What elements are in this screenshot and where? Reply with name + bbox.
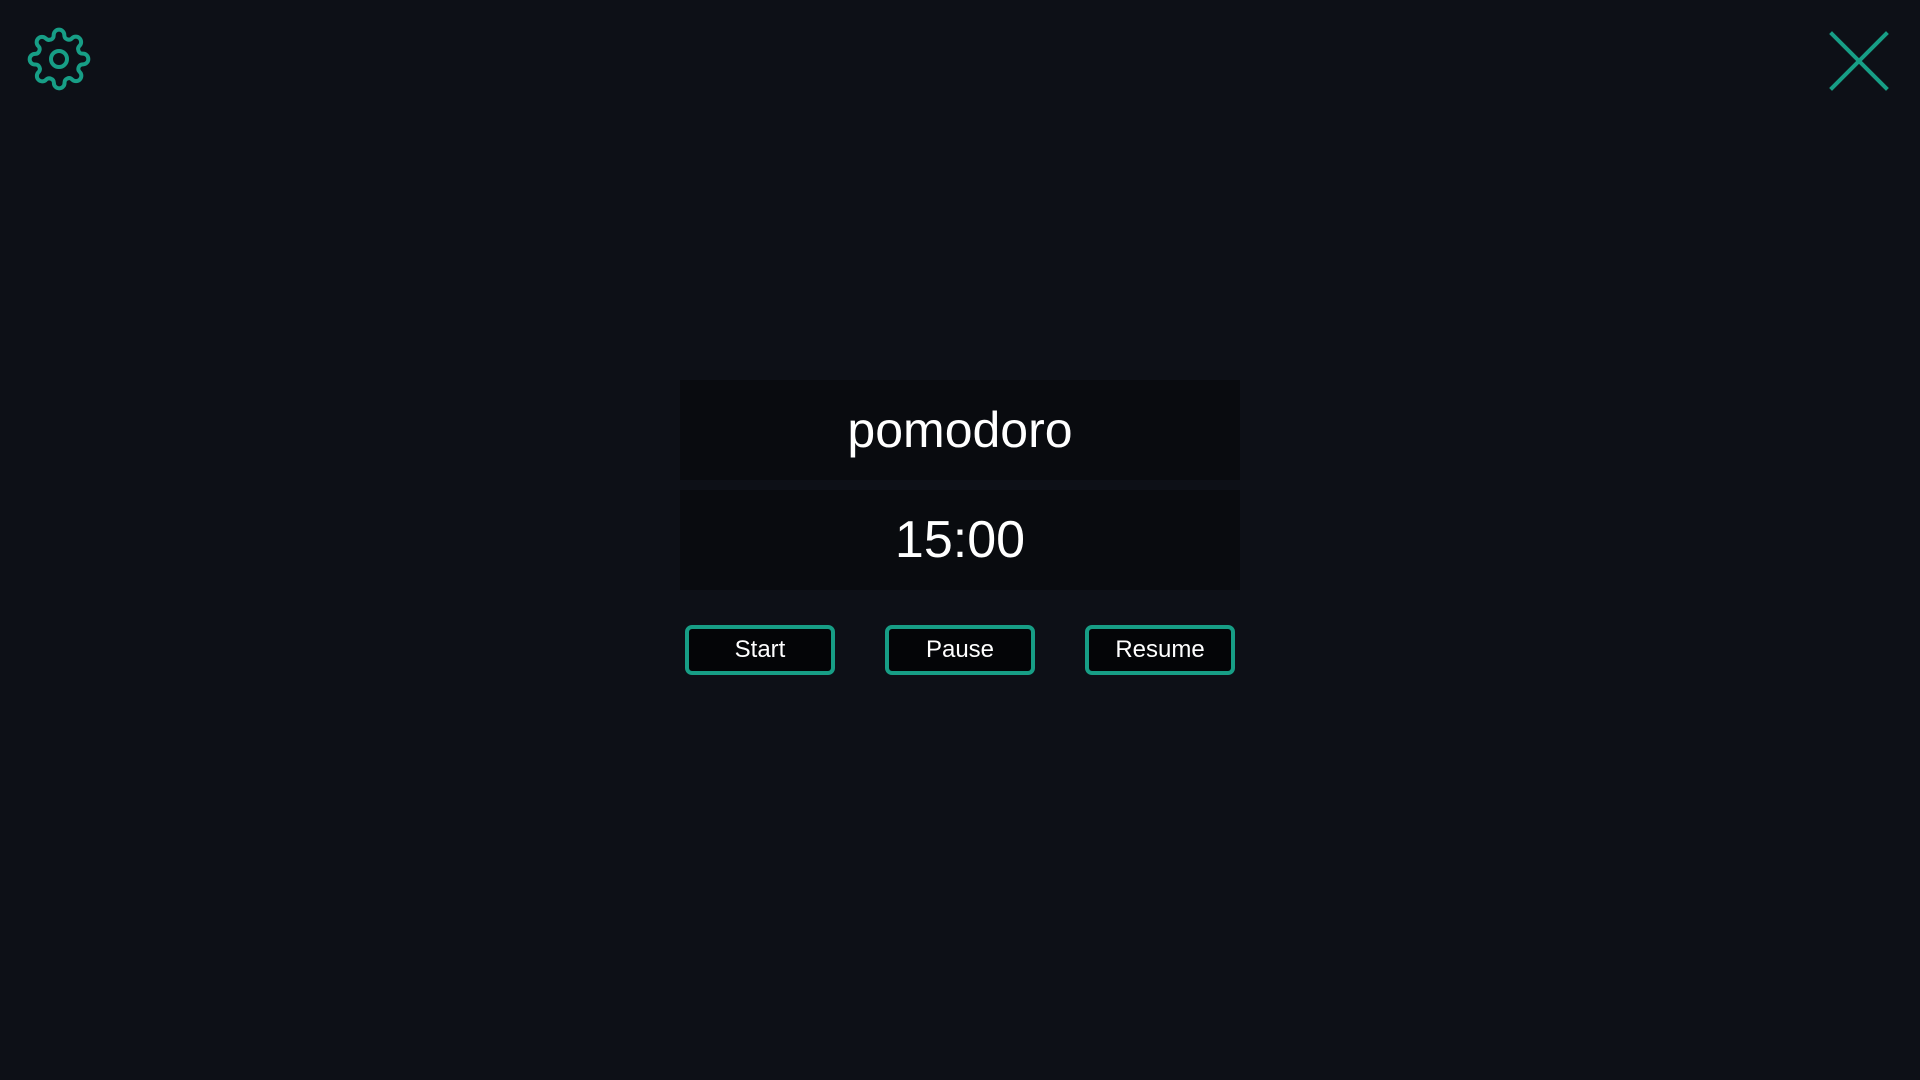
start-button[interactable]: Start (685, 625, 835, 675)
gear-icon (27, 27, 91, 91)
timer-display-panel: 15:00 (680, 490, 1240, 590)
resume-button[interactable]: Resume (1085, 625, 1235, 675)
pomodoro-app: pomodoro 15:00 Start Pause Resume (0, 0, 1920, 1080)
session-label: pomodoro (847, 402, 1073, 458)
settings-button[interactable] (27, 27, 91, 91)
timer-display: 15:00 (894, 511, 1026, 569)
pause-button[interactable]: Pause (885, 625, 1035, 675)
close-button[interactable] (1828, 30, 1890, 92)
session-label-panel: pomodoro (680, 380, 1240, 480)
close-icon (1829, 31, 1889, 91)
timer-controls: Start Pause Resume (685, 625, 1235, 675)
